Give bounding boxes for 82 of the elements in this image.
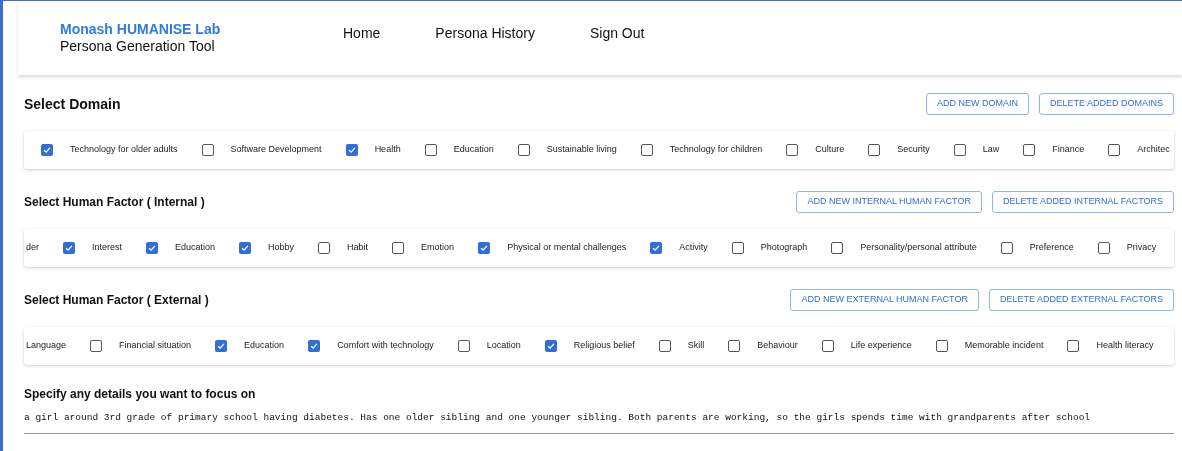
checkbox[interactable]: [1097, 242, 1110, 254]
checkbox-label: Health literacy: [1096, 339, 1154, 353]
checkbox[interactable]: [424, 144, 437, 156]
checkbox-label: Technology for children: [669, 143, 763, 157]
checkbox[interactable]: [41, 144, 53, 156]
checkbox[interactable]: [658, 340, 671, 352]
outlined-button[interactable]: DELETE ADDED INTERNAL FACTORS: [991, 191, 1174, 213]
checkbox-label: Personality/personal attribute: [860, 241, 977, 255]
checkbox[interactable]: [640, 144, 653, 156]
checkbox-label: Physical or mental challenges: [507, 241, 627, 255]
checkbox[interactable]: [63, 242, 75, 254]
checkbox-label: Health: [374, 143, 401, 157]
tool-name: Persona Generation Tool: [60, 38, 216, 55]
checkbox-label: Finance: [1052, 143, 1085, 157]
checkbox-label: Sustainable living: [546, 143, 617, 157]
checkbox[interactable]: [953, 144, 966, 156]
outlined-button[interactable]: ADD NEW DOMAIN: [925, 93, 1029, 115]
nav-link[interactable]: Sign Out: [589, 22, 645, 44]
checkbox-label: Life experience: [850, 339, 912, 353]
checkbox[interactable]: [457, 340, 470, 352]
checkbox[interactable]: [239, 242, 252, 254]
checkbox-label: Privacy: [1126, 241, 1157, 255]
checkbox-label: der: [26, 241, 39, 255]
checkbox[interactable]: [831, 242, 844, 254]
nav-link[interactable]: Home: [343, 22, 381, 44]
checkbox[interactable]: [201, 144, 214, 156]
checkbox[interactable]: [90, 340, 103, 352]
checkbox-label: Religious belief: [573, 339, 635, 353]
outlined-button[interactable]: DELETE ADDED EXTERNAL FACTORS: [988, 289, 1174, 311]
checkbox-label: Language: [26, 339, 67, 353]
checkbox[interactable]: [1023, 144, 1036, 156]
checkbox-label: Education: [453, 143, 494, 157]
checkbox-label: Photograph: [760, 241, 808, 255]
checkbox[interactable]: [1108, 144, 1121, 156]
section-title: Select Human Factor ( Internal ): [24, 194, 205, 211]
checkbox[interactable]: [1067, 340, 1080, 352]
checkbox-label: Hobby: [268, 241, 295, 255]
checkbox[interactable]: [308, 340, 321, 352]
lab-name: Monash HUMANISE Lab: [60, 21, 222, 38]
details-field[interactable]: a girl around 3rd grade of primary school having diabetes. Has one older sibling and one younger sibling. Both parents are working, so the girls spends time with grandparents after school: [24, 409, 1174, 435]
outlined-button[interactable]: DELETE ADDED DOMAINS: [1038, 93, 1174, 115]
section-title: Select Human Factor ( External ): [24, 292, 209, 309]
checkbox-label: Emotion: [421, 241, 455, 255]
checkbox-label: Activity: [679, 241, 708, 255]
checkbox[interactable]: [935, 340, 948, 352]
checkbox[interactable]: [318, 242, 331, 254]
checkbox-label: Skill: [687, 339, 705, 353]
checkbox[interactable]: [345, 144, 358, 156]
checkbox[interactable]: [821, 340, 834, 352]
checkbox-label: Software Development: [230, 143, 322, 157]
checkbox-label: Behaviour: [757, 339, 798, 353]
checkbox-label: Law: [982, 143, 1000, 157]
checkbox-label: Architec: [1137, 143, 1170, 157]
checkbox[interactable]: [517, 144, 530, 156]
checkbox[interactable]: [146, 242, 159, 254]
outlined-button[interactable]: ADD NEW EXTERNAL HUMAN FACTOR: [790, 289, 979, 311]
checkbox[interactable]: [868, 144, 881, 156]
checkbox-label: Security: [897, 143, 930, 157]
checkbox-label: Financial situation: [119, 339, 192, 353]
details-title: Specify any details you want to focus on: [24, 386, 256, 403]
checkbox-label: Habit: [347, 241, 369, 255]
checkbox-label: Memorable incident: [964, 339, 1044, 353]
checkbox[interactable]: [544, 340, 557, 352]
checkbox-label: Preference: [1029, 241, 1074, 255]
checkbox[interactable]: [215, 340, 228, 352]
checkbox[interactable]: [1000, 242, 1013, 254]
checkbox-label: Education: [244, 339, 285, 353]
checkbox[interactable]: [392, 242, 405, 254]
checkbox[interactable]: [478, 242, 491, 254]
checkbox-label: Location: [486, 339, 521, 353]
section-title: Select Domain: [24, 94, 121, 114]
checkbox[interactable]: [728, 340, 741, 352]
checkbox-label: Technology for older adults: [70, 143, 178, 157]
checkbox[interactable]: [731, 242, 744, 254]
checkbox[interactable]: [786, 144, 799, 156]
checkbox-label: Education: [175, 241, 216, 255]
checkbox-label: Interest: [92, 241, 123, 255]
nav-link[interactable]: Persona History: [435, 22, 535, 44]
checkbox-label: Comfort with technology: [337, 339, 434, 353]
checkbox-label: Culture: [815, 143, 845, 157]
checkbox[interactable]: [650, 242, 663, 254]
outlined-button[interactable]: ADD NEW INTERNAL HUMAN FACTOR: [796, 191, 982, 213]
